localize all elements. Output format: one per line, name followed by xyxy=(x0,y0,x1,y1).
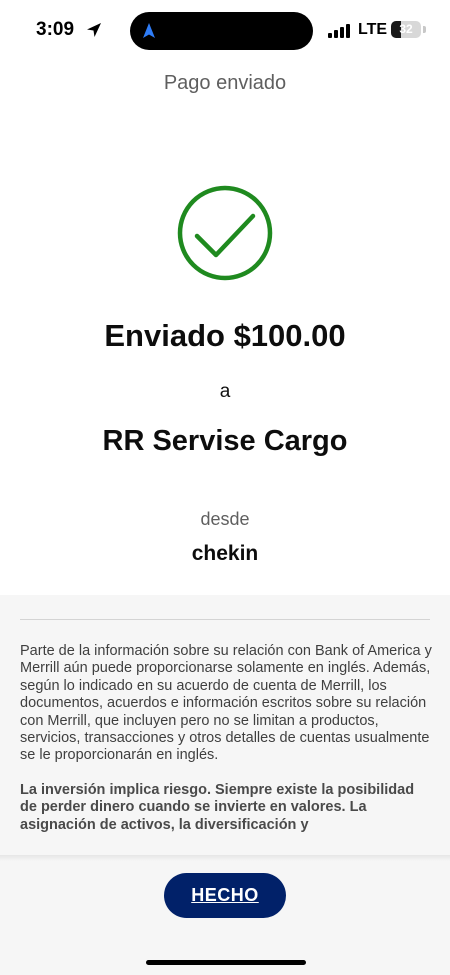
done-button[interactable]: HECHO xyxy=(164,873,286,918)
source-account: chekin xyxy=(191,542,259,565)
home-indicator[interactable] xyxy=(146,960,306,965)
sent-amount: Enviado $100.00 xyxy=(104,318,346,353)
disclosure-scroll-area[interactable]: Parte de la información sobre su relació… xyxy=(0,595,450,855)
page-title: Pago enviado xyxy=(163,72,287,94)
checkmark-circle-icon xyxy=(177,185,273,281)
divider xyxy=(20,619,430,620)
disclosure-text: Parte de la información sobre su relació… xyxy=(20,643,432,851)
battery-icon: 32 xyxy=(391,21,421,38)
from-label: desde xyxy=(200,509,250,529)
dynamic-island xyxy=(130,12,313,50)
footer: HECHO xyxy=(0,855,450,975)
footer-shadow xyxy=(0,855,450,861)
status-bar: 3:09 LTE 32 xyxy=(0,0,450,62)
status-time: 3:09 xyxy=(36,19,75,40)
navigation-icon xyxy=(143,23,155,38)
battery-cap xyxy=(423,26,426,33)
investment-risk-disclosure: La inversión implica riesgo. Siempre exi… xyxy=(20,781,415,833)
language-disclosure: Parte de la información sobre su relació… xyxy=(20,643,432,764)
signal-icon xyxy=(328,24,352,38)
battery-level: 32 xyxy=(399,22,413,36)
network-label: LTE xyxy=(358,21,388,38)
location-arrow-icon xyxy=(87,23,101,37)
recipient-name: RR Servise Cargo xyxy=(102,425,348,457)
to-label: a xyxy=(219,381,231,402)
